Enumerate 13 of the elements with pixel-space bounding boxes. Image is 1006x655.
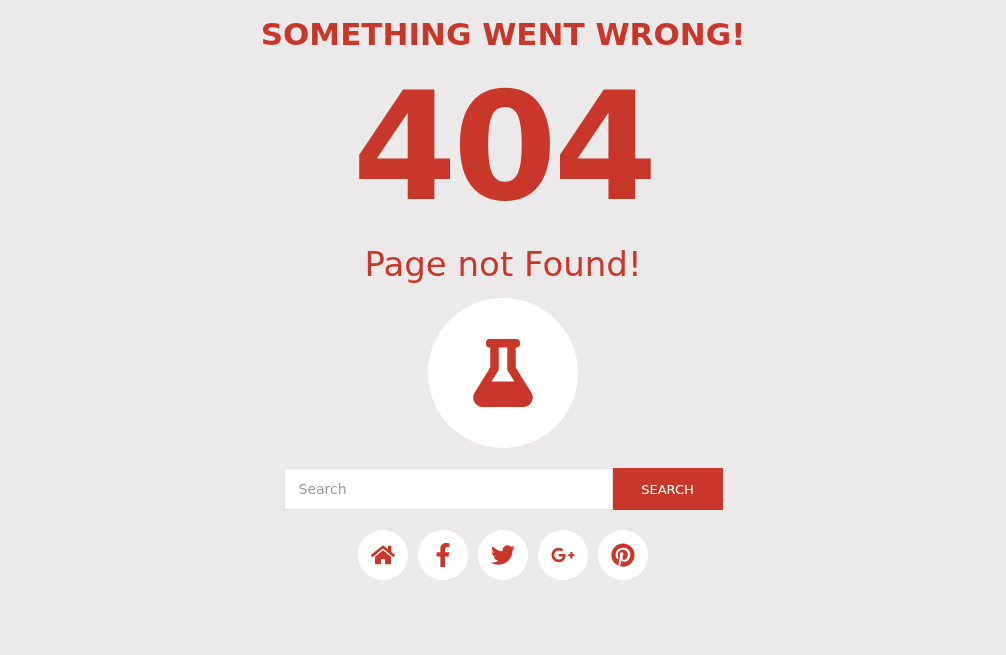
error-message: Page not Found!: [364, 243, 642, 286]
home-icon: [371, 543, 395, 567]
pinterest-link[interactable]: [598, 530, 648, 580]
page-heading: SOMETHING WENT WRONG!: [260, 15, 746, 54]
search-field[interactable]: Search: [283, 468, 613, 510]
twitter-icon: [491, 543, 515, 567]
home-link[interactable]: [358, 530, 408, 580]
error-code: 404: [352, 72, 654, 222]
pinterest-icon: [611, 543, 635, 567]
googleplus-link[interactable]: [538, 530, 588, 580]
twitter-link[interactable]: [478, 530, 528, 580]
search-button[interactable]: SEARCH: [612, 468, 723, 510]
facebook-link[interactable]: [418, 530, 468, 580]
